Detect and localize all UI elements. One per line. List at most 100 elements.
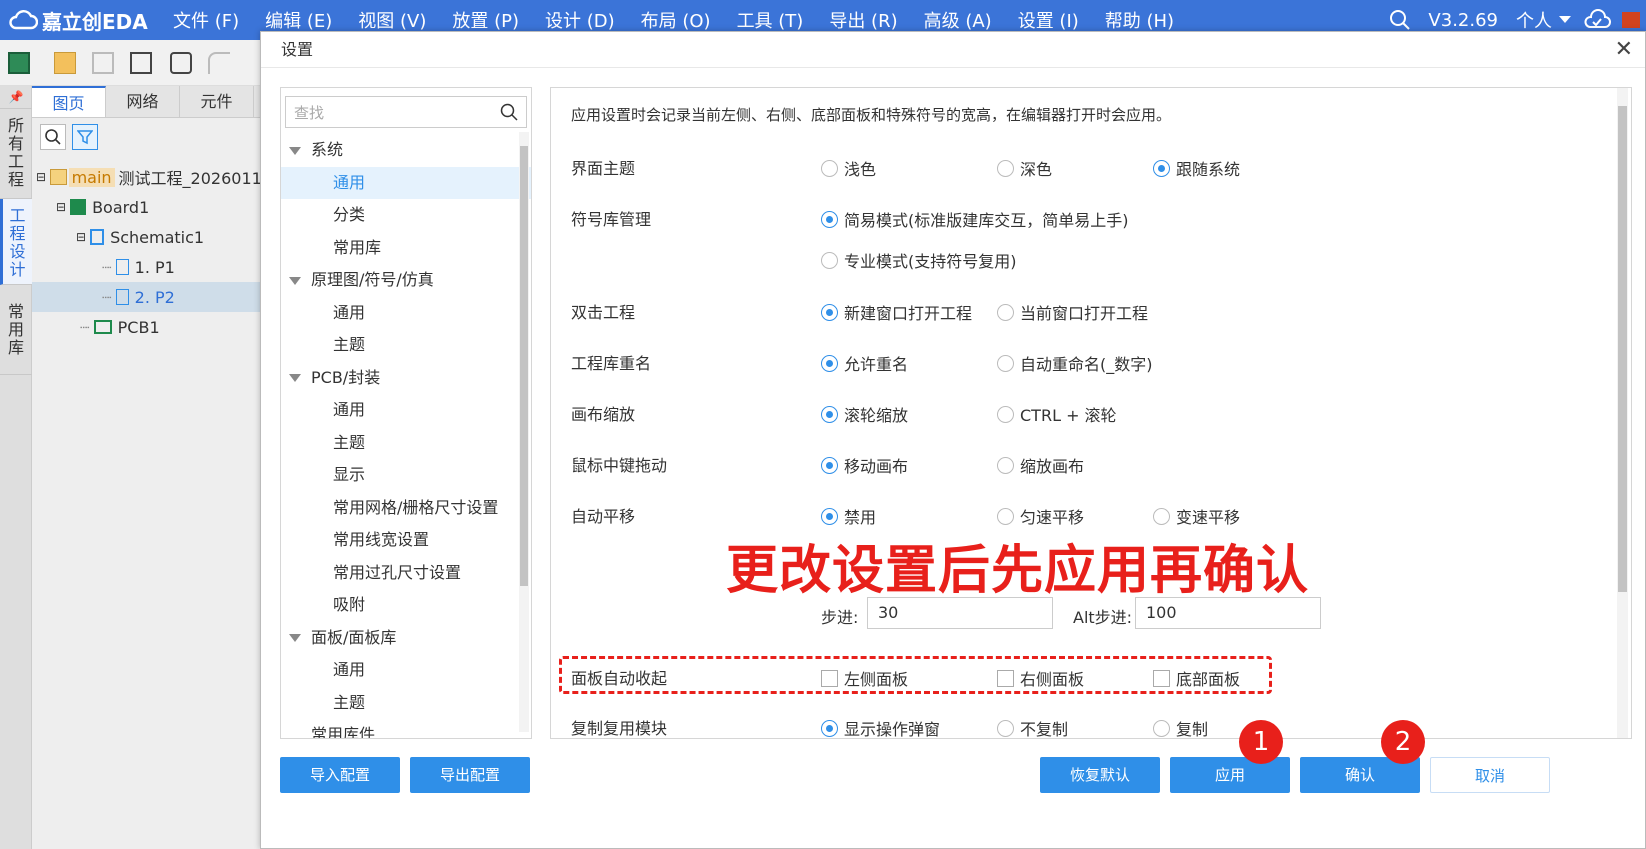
rename-auto-radio[interactable]: 自动重命名(_数字) [997, 351, 1153, 375]
pan-constant-radio[interactable]: 匀速平移 [997, 504, 1084, 528]
option-label: 自动重命名(_数字) [1020, 355, 1153, 374]
menu-edit[interactable]: 编辑 (E) [252, 7, 345, 33]
nav-scrollbar[interactable] [519, 132, 529, 732]
collapse-triangle-icon[interactable] [289, 634, 301, 642]
menu-layout[interactable]: 布局 (O) [628, 7, 724, 33]
nav-panel-theme[interactable]: 主题 [281, 687, 531, 720]
collapse-left-checkbox[interactable]: 左侧面板 [821, 666, 908, 690]
nav-group-schematic[interactable]: 原理图/符号/仿真 [281, 264, 531, 297]
theme-dark-radio[interactable]: 深色 [997, 156, 1052, 180]
reset-default-button[interactable]: 恢复默认 [1040, 757, 1160, 793]
nav-search-input[interactable]: 查找 [285, 96, 527, 128]
history-icon[interactable] [170, 52, 192, 74]
menu-design[interactable]: 设计 (D) [532, 7, 628, 33]
nav-scroll-thumb[interactable] [520, 146, 528, 586]
nav-pcb-snap[interactable]: 吸附 [281, 589, 531, 622]
copy-yes-radio[interactable]: 复制 [1153, 716, 1209, 739]
nav-schematic-theme[interactable]: 主题 [281, 329, 531, 362]
collapse-triangle-icon[interactable] [289, 374, 301, 382]
nav-group-panel[interactable]: 面板/面板库 [281, 622, 531, 655]
copy-none-radio[interactable]: 不复制 [997, 716, 1068, 738]
tree-project[interactable]: ⊟ main 测试工程_20260110 [32, 162, 272, 192]
save-icon[interactable] [92, 52, 114, 74]
tab-nets[interactable]: 网络 [106, 86, 180, 117]
nav-group-common[interactable]: 常用库件 [281, 719, 531, 738]
search-icon[interactable] [500, 103, 518, 121]
menu-place[interactable]: 放置 (P) [439, 7, 532, 33]
apply-button[interactable]: 应用 [1170, 757, 1290, 793]
filter-icon[interactable] [72, 124, 98, 150]
open-folder-icon[interactable] [54, 52, 76, 74]
tab-pages[interactable]: 图页 [32, 86, 106, 117]
option-label: 复制 [1176, 720, 1209, 739]
cloud-sync-icon[interactable] [1582, 8, 1612, 32]
dblclick-new-window-radio[interactable]: 新建窗口打开工程 [821, 300, 972, 324]
vtab-all-projects[interactable]: 所有工程 [0, 109, 32, 199]
nav-system-general[interactable]: 通用 [281, 166, 531, 199]
nav-group-system[interactable]: 系统 [281, 134, 531, 167]
tab-components[interactable]: 元件 [180, 86, 254, 117]
import-config-button[interactable]: 导入配置 [280, 757, 400, 793]
dblclick-current-window-radio[interactable]: 当前窗口打开工程 [997, 300, 1148, 324]
pin-icon[interactable]: 📌 [0, 86, 32, 109]
nav-system-common-lib[interactable]: 常用库 [281, 232, 531, 265]
pan-variable-radio[interactable]: 变速平移 [1153, 504, 1240, 528]
copy-show-dialog-radio[interactable]: 显示操作弹窗 [821, 716, 940, 738]
nav-pcb-grid-size[interactable]: 常用网格/栅格尺寸设置 [281, 492, 531, 525]
vtab-project-design[interactable]: 工程设计 [0, 199, 32, 285]
panel-tabs: 图页 网络 元件 [32, 86, 272, 118]
middle-zoom-radio[interactable]: 缩放画布 [997, 453, 1084, 477]
zoom-wheel-radio[interactable]: 滚轮缩放 [821, 402, 908, 426]
symlib-pro-radio[interactable]: 专业模式(支持符号复用) [821, 248, 1017, 272]
menu-tools[interactable]: 工具 (T) [724, 7, 817, 33]
collapse-triangle-icon[interactable] [289, 146, 301, 155]
menu-file[interactable]: 文件 (F) [160, 7, 252, 33]
search-icon[interactable] [1388, 8, 1412, 32]
pan-disabled-radio[interactable]: 禁用 [821, 504, 876, 528]
content-scroll-thumb[interactable] [1618, 106, 1627, 592]
save-all-icon[interactable] [130, 52, 152, 74]
collapse-bottom-checkbox[interactable]: 底部面板 [1153, 666, 1240, 690]
chevron-down-icon[interactable] [1558, 15, 1572, 25]
flag-icon[interactable] [1622, 12, 1640, 28]
tree-schematic[interactable]: ⊟ Schematic1 [32, 222, 272, 252]
left-toolbar [0, 40, 272, 86]
close-icon[interactable]: ✕ [1615, 32, 1633, 68]
rename-allow-radio[interactable]: 允许重名 [821, 351, 908, 375]
middle-move-radio[interactable]: 移动画布 [821, 453, 908, 477]
nav-group-label: PCB/封装 [311, 367, 381, 387]
nav-panel-general[interactable]: 通用 [281, 654, 531, 687]
tree-pcb[interactable]: ┈ PCB1 [32, 312, 272, 342]
nav-system-category[interactable]: 分类 [281, 199, 531, 232]
nav-pcb-track-width[interactable]: 常用线宽设置 [281, 524, 531, 557]
vtab-common-lib[interactable]: 常用库 [0, 285, 32, 375]
zoom-ctrl-wheel-radio[interactable]: CTRL + 滚轮 [997, 402, 1117, 426]
theme-system-radio[interactable]: 跟随系统 [1153, 156, 1240, 180]
menu-help[interactable]: 帮助 (H) [1092, 7, 1187, 33]
theme-light-radio[interactable]: 浅色 [821, 156, 876, 180]
tree-board[interactable]: ⊟ Board1 [32, 192, 272, 222]
symlib-simple-radio[interactable]: 简易模式(标准版建库交互，简单易上手) [821, 207, 1129, 231]
nav-schematic-general[interactable]: 通用 [281, 297, 531, 330]
menu-settings[interactable]: 设置 (I) [1005, 7, 1092, 33]
content-scrollbar[interactable] [1617, 88, 1628, 738]
menu-advanced[interactable]: 高级 (A) [911, 7, 1005, 33]
cancel-button[interactable]: 取消 [1430, 757, 1550, 793]
nav-pcb-display[interactable]: 显示 [281, 459, 531, 492]
nav-group-pcb[interactable]: PCB/封装 [281, 362, 531, 395]
user-menu[interactable]: 个人 [1516, 7, 1552, 33]
nav-pcb-via-size[interactable]: 常用过孔尺寸设置 [281, 557, 531, 590]
collapse-triangle-icon[interactable] [289, 276, 301, 285]
nav-pcb-theme[interactable]: 主题 [281, 427, 531, 460]
nav-pcb-general[interactable]: 通用 [281, 394, 531, 427]
tree-page-p1[interactable]: ┈ 1. P1 [32, 252, 272, 282]
tree-page-p2[interactable]: ┈ 2. P2 [32, 282, 272, 312]
menu-view[interactable]: 视图 (V) [345, 7, 439, 33]
search-icon[interactable] [40, 124, 66, 150]
new-icon[interactable] [8, 52, 30, 74]
menu-export[interactable]: 导出 (R) [816, 7, 910, 33]
collapse-right-checkbox[interactable]: 右侧面板 [997, 666, 1084, 690]
undo-icon[interactable] [208, 52, 230, 74]
option-label: CTRL + 滚轮 [1020, 406, 1117, 425]
export-config-button[interactable]: 导出配置 [410, 757, 530, 793]
